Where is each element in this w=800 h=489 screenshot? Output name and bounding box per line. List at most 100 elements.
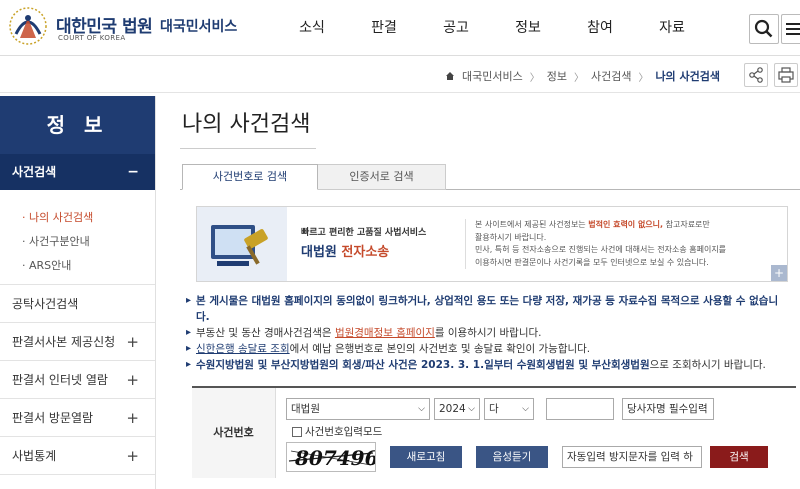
sub-item-ars-guide[interactable]: · ARS안내 [22,254,155,278]
captcha-image: 807496 [286,442,379,472]
sidebar-item-label: 공탁사건검색 [12,297,79,311]
notice-list: ▸ 본 게시물은 대법원 홈페이지의 동의없이 링크하거나, 상업적인 용도 또… [184,293,796,373]
sidebar-item-label: 사법통계 [12,449,57,463]
sidebar-item-case-search[interactable]: 사건검색 − [0,154,155,190]
notice-text: 부동산 및 동산 경매사건검색은 [196,327,335,339]
chevron-down-icon: ⌵ [418,404,425,414]
notice-item: ▸ 수원지방법원 및 부산지방법원의 회생/파산 사건은 2023. 3. 1.… [184,357,796,373]
gavel-document-icon [211,225,268,266]
input-mode-checkbox[interactable] [292,426,302,437]
case-number-label: 사건번호 [192,388,276,478]
case-number-input[interactable] [546,398,614,420]
banner-desc-text: 본 사이트에서 제공된 사건정보는 [475,220,589,229]
court-logo-icon[interactable] [6,4,50,50]
expand-icon: + [126,447,139,465]
home-icon[interactable] [445,71,455,81]
banner-heading: 대법원 전자소송 [301,241,389,260]
court-select[interactable]: 대법원 ⌵ [286,398,430,420]
sidebar-item-deposit-search[interactable]: 공탁사건검색 [0,285,155,323]
notice-text: 에서 예납 은행번호로 본인의 사건번호 및 송달료 확인이 가능합니다. [289,343,591,355]
tab-case-number[interactable]: 사건번호로 검색 [182,164,318,190]
banner-desc-text: 참고자료로만 [663,220,710,229]
sidebar-item-label: 사건검색 [12,165,57,179]
banner-description: 본 사이트에서 제공된 사건정보는 법적인 효력이 없으니, 참고자료로만 활용… [475,219,775,269]
captcha-refresh-button[interactable]: 새로고침 [390,446,462,468]
bullet-icon: ▸ [186,343,192,354]
notice-item: ▸ 부동산 및 동산 경매사건검색은 법원경매정보 홈페이지를 이용하시기 바랍… [184,325,796,341]
breadcrumb-info[interactable]: 정보 [547,68,567,84]
sub-item-label: 나의 사건검색 [29,211,94,224]
print-icon [778,67,794,83]
year-select[interactable]: 2024 ⌵ [434,398,480,420]
sub-item-label: ARS안내 [29,259,72,272]
chevron-right-icon: 〉 [638,72,649,84]
year-select-value: 2024 [439,403,466,415]
breadcrumb: 대국민서비스 〉 정보 〉 사건검색 〉 나의 사건검색 [445,68,720,84]
sidebar-sub-list: · 나의 사건검색 · 사건구분안내 · ARS안내 [0,190,155,285]
sidebar-item-judgment-online[interactable]: 판결서 인터넷 열람 + [0,361,155,399]
sub-item-label: 사건구분안내 [29,235,90,248]
notice-item: ▸ 신한은행 송달료 조회에서 예납 은행번호로 본인의 사건번호 및 송달료 … [184,341,796,357]
breadcrumb-current[interactable]: 나의 사건검색 [655,68,720,84]
search-tabs: 사건번호로 검색 인증서로 검색 [180,164,800,190]
notice-text: 수원지방법원 및 부산지방법원의 회생/파산 사건은 2023. 3. 1.일부… [196,359,650,371]
banner-heading-highlight: 전자소송 [341,245,390,260]
court-select-value: 대법원 [291,403,320,415]
breadcrumb-home[interactable]: 대국민서비스 [462,68,523,84]
banner-desc-emphasis: 법적인 효력이 없으니, [588,220,664,229]
breadcrumb-bar: 대국민서비스 〉 정보 〉 사건검색 〉 나의 사건검색 [0,57,800,93]
nav-news[interactable]: 소식 [276,0,348,56]
sidebar-item-label: 판결서 방문열람 [12,411,94,425]
search-button[interactable] [749,14,779,44]
nav-info[interactable]: 정보 [492,0,564,56]
hamburger-icon [786,23,800,35]
nav-notice[interactable]: 공고 [420,0,492,56]
bullet-icon: ▸ [186,327,192,338]
banner-illustration [197,207,287,281]
sidebar-item-judgment-visit[interactable]: 판결서 방문열람 + [0,399,155,437]
sidebar-item-statistics[interactable]: 사법통계 + [0,437,155,475]
input-mode-toggle[interactable]: 사건번호입력모드 [292,424,382,439]
sub-item-case-type-guide[interactable]: · 사건구분안내 [22,230,155,254]
site-header: 대한민국 법원 COURT OF KOREA 대국민서비스 소식 판결 공고 정… [0,0,800,56]
notice-text: 다. [196,311,210,323]
share-button[interactable] [744,63,768,87]
menu-button[interactable] [781,14,800,44]
banner-desc-line: 민사, 특허 등 전자소송으로 진행되는 사건에 대해서는 전자소송 홈페이지를 [475,245,727,254]
print-button[interactable] [774,63,798,87]
case-type-select[interactable]: 다 ⌵ [484,398,534,420]
search-icon [754,19,773,38]
main-nav: 소식 판결 공고 정보 참여 자료 [276,0,708,56]
nav-participation[interactable]: 참여 [564,0,636,56]
captcha-input[interactable]: 자동입력 방지문자를 입력 하 [562,446,702,468]
sub-item-my-case-search[interactable]: · 나의 사건검색 [22,206,155,230]
search-submit-button[interactable]: 검색 [710,446,768,468]
title-divider [180,148,316,149]
case-type-select-value: 다 [489,403,499,415]
ecourt-banner[interactable]: 빠르고 편리한 고품질 사법서비스 대법원 전자소송 본 사이트에서 제공된 사… [196,206,788,282]
tab-certificate[interactable]: 인증서로 검색 [318,164,446,190]
breadcrumb-case-search[interactable]: 사건검색 [591,68,631,84]
notice-text: 본 게시물은 대법원 홈페이지의 동의없이 링크하거나, 상업적인 용도 또는 … [196,295,779,307]
nav-judgment[interactable]: 판결 [348,0,420,56]
sidebar-item-label: 판결서 인터넷 열람 [12,373,108,387]
service-name[interactable]: 대국민서비스 [160,16,237,36]
chevron-right-icon: 〉 [573,72,584,84]
case-search-form: 사건번호 대법원 ⌵ 2024 ⌵ 다 ⌵ 당사자명 필수입력 사건번호입력모드… [192,386,796,478]
chevron-right-icon: 〉 [529,72,540,84]
shinhan-fee-link[interactable]: 신한은행 송달료 조회 [196,343,290,355]
captcha-text: 807496 [294,446,375,470]
page-title: 나의 사건검색 [182,112,311,137]
sidebar-item-label: 판결서사본 제공신청 [12,335,116,349]
party-name-input[interactable]: 당사자명 필수입력 [622,398,714,420]
plus-icon[interactable]: + [771,265,787,281]
sidebar-title: 정 보 [0,96,155,154]
banner-tagline: 빠르고 편리한 고품질 사법서비스 [301,228,427,238]
auction-info-link[interactable]: 법원경매정보 홈페이지 [335,327,435,339]
nav-resources[interactable]: 자료 [636,0,708,56]
captcha-audio-button[interactable]: 음성듣기 [476,446,548,468]
collapse-icon: − [127,164,139,180]
sidebar: 정 보 사건검색 − · 나의 사건검색 · 사건구분안내 · ARS안내 공탁… [0,96,156,489]
input-mode-label: 사건번호입력모드 [305,426,383,438]
sidebar-item-judgment-copy[interactable]: 판결서사본 제공신청 + [0,323,155,361]
